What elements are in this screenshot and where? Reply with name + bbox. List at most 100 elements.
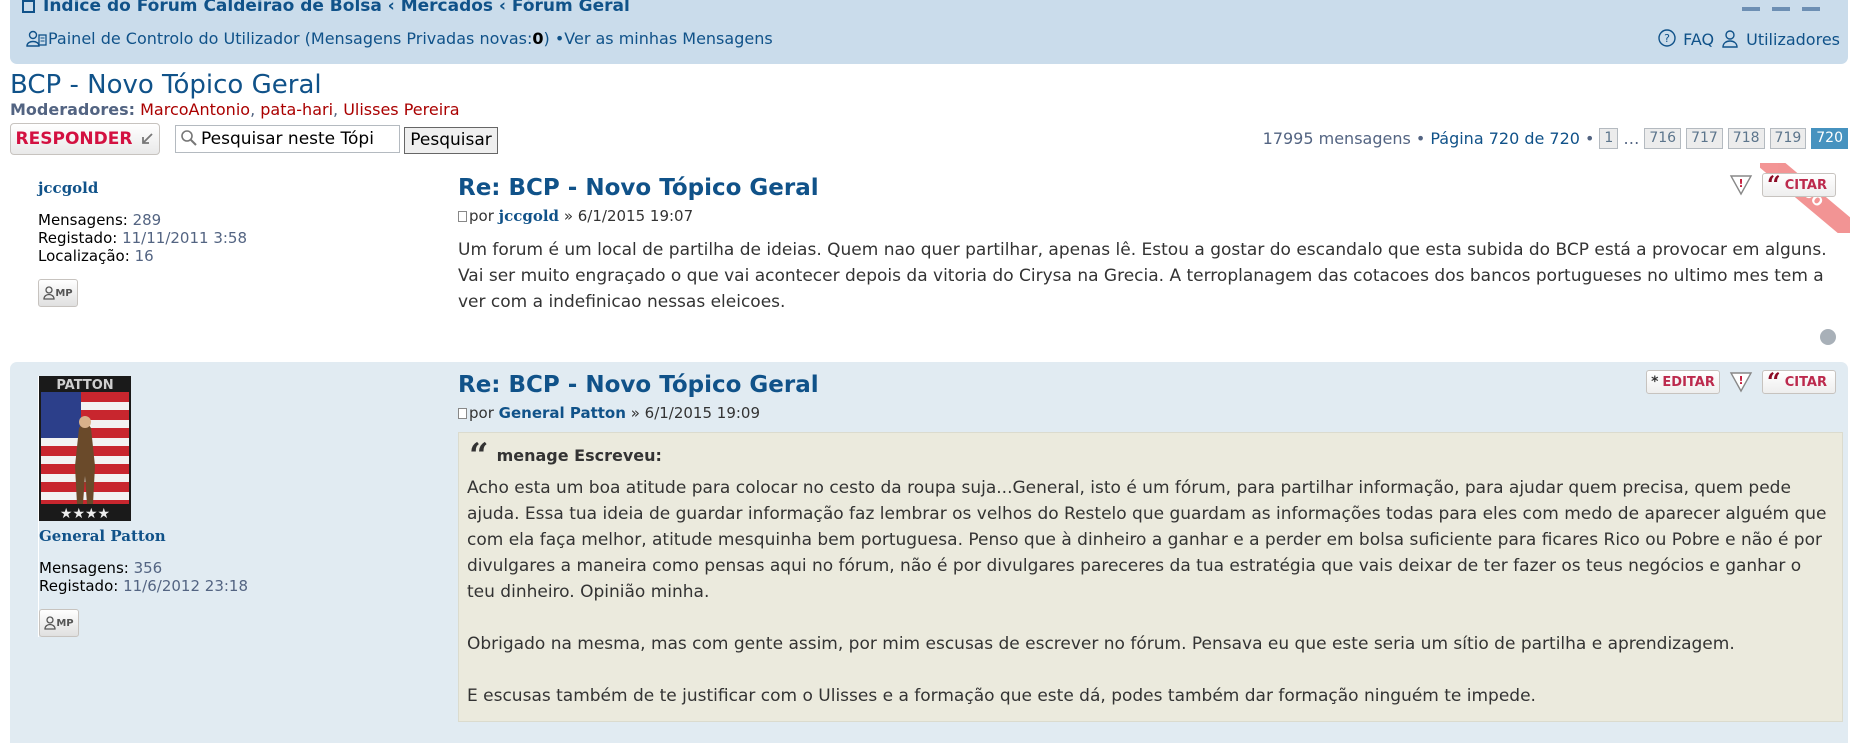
quote-block: “ menage Escreveu: Acho esta um boa atit… [458,432,1843,722]
topic-search-input[interactable]: Pesquisar neste Tópi [175,125,400,153]
navbar: Índice do Fórum Caldeirão de Bolsa ‹ Mer… [10,0,1848,64]
edit-star-icon: * [1651,374,1659,390]
breadcrumb[interactable]: Índice do Fórum Caldeirão de Bolsa ‹ Mer… [22,0,630,16]
stat-value: 16 [134,247,154,265]
quote-label: CITAR [1784,374,1827,390]
moderators-label: Moderadores: [10,100,136,119]
svg-text:?: ? [1664,32,1670,45]
post-author-line: por jccgold » 6/1/2015 19:07 [458,207,1843,225]
home-icon [22,0,35,13]
post: PATTON ★★★★ General Patton Mensagens: 35… [10,362,1848,743]
stat-label: Mensagens: [39,559,129,577]
quote-label: CITAR [1784,177,1827,193]
header-links: ? FAQ Utilizadores [1657,29,1840,49]
pm-button[interactable]: MP [39,609,79,637]
ucp-icon [26,30,47,47]
post-count: 17995 mensagens • [1262,129,1426,148]
faq-link[interactable]: FAQ [1683,30,1714,49]
post-title[interactable]: Re: BCP - Novo Tópico Geral [458,372,1843,398]
post: ADO jccgold Mensagens: 289 Registado: 11… [10,163,1850,355]
stat-label: Registado: [39,577,119,595]
pm-button[interactable]: MP [38,279,78,307]
page-link[interactable]: 719 [1769,128,1807,149]
report-icon[interactable]: ! [1728,370,1754,394]
members-link[interactable]: Utilizadores [1746,30,1840,49]
stat-value: 11/6/2012 23:18 [123,577,249,595]
pm-label: MP [55,287,73,299]
quote-button[interactable]: “ CITAR [1761,370,1836,394]
current-page: 720 [1811,128,1848,149]
search-icon [181,130,197,146]
author-stats: Mensagens: 356 Registado: 11/6/2012 23:1… [39,559,428,595]
stat-value: 356 [133,559,163,577]
pagination: 17995 mensagens • Página 720 de 720 • 1 … [1263,128,1848,149]
faq-icon: ? [1658,29,1676,47]
post-icon[interactable] [458,211,467,222]
ucp-suffix: ) • [543,29,565,48]
ucp-link[interactable]: Painel de Controlo do Utilizador (Mensag… [48,29,532,48]
stat-value: 289 [132,211,162,229]
moderator-link[interactable]: MarcoAntonio [140,100,250,119]
post-author-link[interactable]: General Patton [499,404,626,422]
post-buttons: ! “ CITAR [1728,173,1836,197]
menu-icon[interactable] [1802,7,1820,11]
post-title[interactable]: Re: BCP - Novo Tópico Geral [458,175,1843,201]
breadcrumb-text[interactable]: Índice do Fórum Caldeirão de Bolsa ‹ Mer… [43,0,630,16]
pm-label: MP [56,617,74,629]
reply-arrow-icon [142,133,154,144]
moderator-link[interactable]: pata-hari [260,100,333,119]
moderators: Moderadores: MarcoAntonio, pata-hari, Ul… [10,100,460,119]
page-link[interactable]: 716 [1644,128,1682,149]
members-icon [1722,30,1738,48]
font-size-icon[interactable] [1742,7,1760,11]
stat-label: Mensagens: [38,211,128,229]
svg-text:!: ! [1738,177,1743,190]
post-author-line: por General Patton » 6/1/2015 19:09 [458,404,1843,422]
quote-paragraph: Obrigado na mesma, mas com gente assim, … [467,634,1735,654]
report-icon[interactable]: ! [1728,173,1754,197]
reply-label: RESPONDER [15,129,133,149]
ucp-line: Painel de Controlo do Utilizador (Mensag… [26,29,773,48]
quote-button[interactable]: “ CITAR [1761,170,1836,199]
post-date: » 6/1/2015 19:07 [563,207,694,225]
post-body: Re: BCP - Novo Tópico Geral por General … [458,372,1843,722]
page-title[interactable]: BCP - Novo Tópico Geral [10,70,322,100]
author-stats: Mensagens: 289 Registado: 11/11/2011 3:5… [38,211,428,265]
user-icon [43,286,56,300]
post-date: » 6/1/2015 19:09 [630,404,761,422]
post-profile: jccgold Mensagens: 289 Registado: 11/11/… [38,179,428,307]
stat-label: Localização: [38,247,130,265]
quote-paragraph: E escusas também de te justificar com o … [467,686,1536,706]
page-link[interactable]: 718 [1727,128,1765,149]
view-messages-link[interactable]: Ver as minhas Mensagens [564,29,772,48]
action-bar: RESPONDER Pesquisar neste Tópi Pesquisar… [10,121,1848,156]
edit-button[interactable]: * EDITAR [1646,370,1720,394]
quote-cite: “ menage Escreveu: [469,436,1832,476]
quote-icon: “ [1766,170,1781,199]
search-placeholder: Pesquisar neste Tópi [201,129,374,149]
post-author-link[interactable]: jccgold [499,207,559,225]
author-name[interactable]: jccgold [38,179,428,197]
page-link[interactable]: 717 [1686,128,1723,149]
page-link[interactable]: 1 [1599,128,1619,149]
author-name[interactable]: General Patton [39,527,428,545]
quote-mark-icon: “ [469,436,489,476]
page-ellipsis: … [1623,129,1640,148]
pagination-bullet: • [1584,129,1595,148]
pm-count[interactable]: 0 [532,29,543,48]
moderator-link[interactable]: Ulisses Pereira [343,100,459,119]
svg-text:!: ! [1738,374,1743,387]
search-button[interactable]: Pesquisar [404,127,498,154]
back-to-top-icon[interactable] [1820,329,1836,345]
print-icon[interactable] [1772,7,1790,11]
reply-button[interactable]: RESPONDER [10,123,160,155]
quote-paragraph: Acho esta um boa atitude para colocar no… [467,478,1827,602]
page-info[interactable]: Página 720 de 720 [1430,129,1580,148]
post-icon[interactable] [458,408,467,419]
avatar-caption: PATTON [56,378,113,393]
top-icons [1730,0,1820,15]
user-avatar[interactable]: PATTON ★★★★ [39,376,131,521]
by-label: por [469,404,494,422]
edit-label: EDITAR [1662,374,1715,390]
post-body: Re: BCP - Novo Tópico Geral por jccgold … [458,175,1843,315]
